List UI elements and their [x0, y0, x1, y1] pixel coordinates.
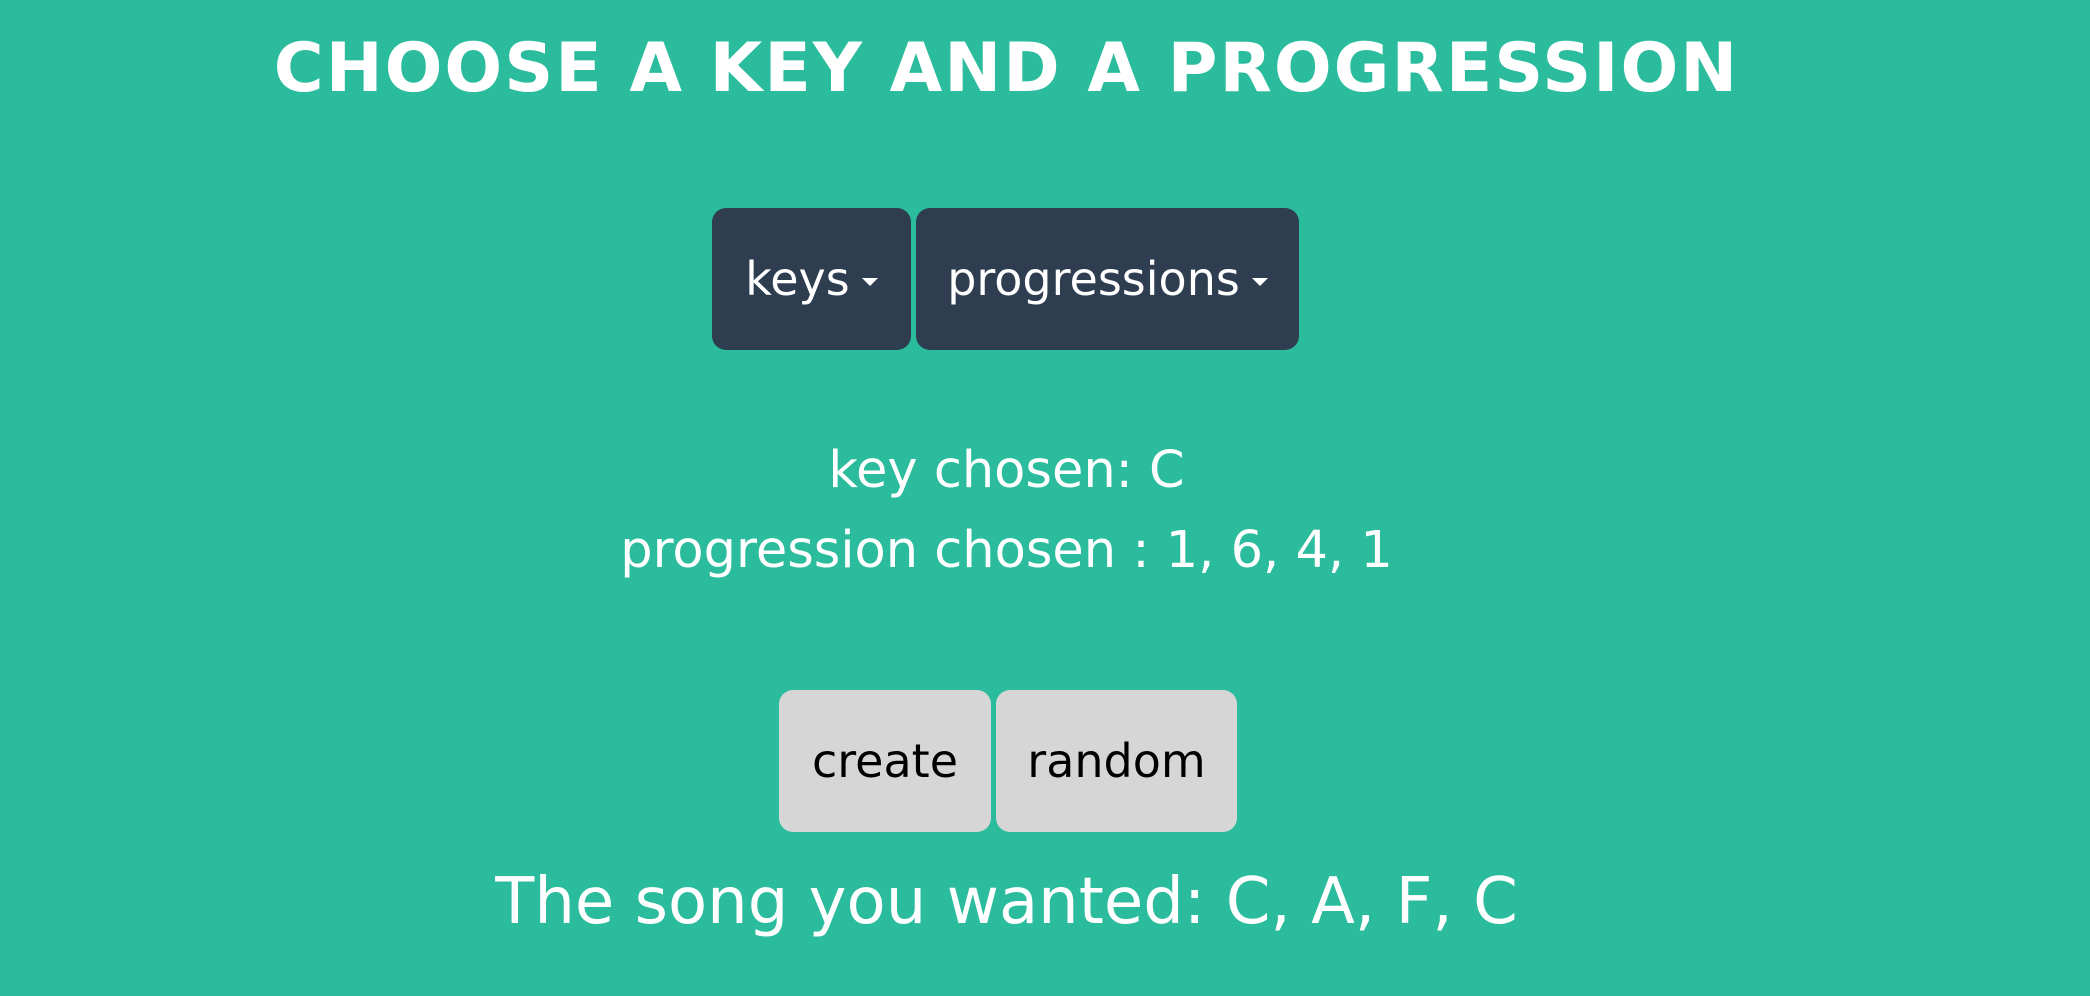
key-chosen-text: key chosen: C [828, 441, 1185, 500]
action-button-group: create random [779, 690, 1237, 832]
random-button[interactable]: random [996, 690, 1237, 832]
progressions-dropdown-button[interactable]: progressions [916, 208, 1299, 350]
caret-down-icon [1251, 278, 1268, 286]
caret-down-icon [861, 278, 878, 286]
keys-dropdown-button[interactable]: keys [712, 208, 911, 350]
progressions-dropdown-label: progressions [947, 252, 1240, 306]
song-result-text: The song you wanted: C, A, F, C [495, 865, 1518, 939]
selector-button-group: keys progressions [712, 208, 1299, 350]
create-button[interactable]: create [779, 690, 991, 832]
page-title: CHOOSE A KEY AND A PROGRESSION [273, 29, 1740, 108]
keys-dropdown-label: keys [745, 252, 850, 306]
progression-chosen-text: progression chosen : 1, 6, 4, 1 [620, 521, 1393, 580]
